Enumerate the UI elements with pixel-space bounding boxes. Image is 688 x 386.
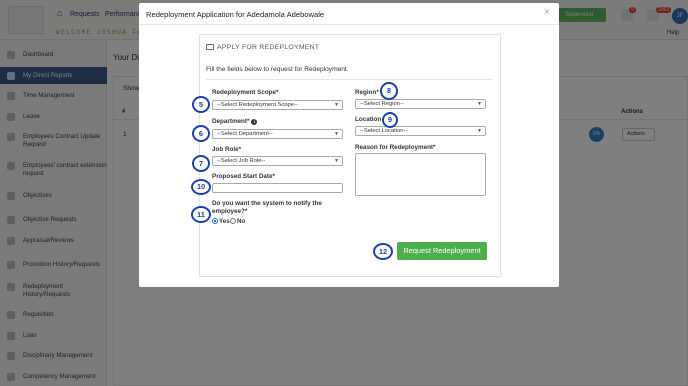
chevron-down-icon: ▼: [477, 128, 482, 134]
info-icon: i: [251, 119, 258, 125]
location-label: Location: [355, 116, 382, 123]
callout-9: 9: [382, 112, 398, 128]
request-redeployment-button[interactable]: Request Redeployment: [397, 242, 487, 260]
reason-textarea[interactable]: [355, 153, 486, 196]
start-date-input[interactable]: [212, 183, 343, 193]
start-date-label: Proposed Start Date*: [212, 173, 275, 180]
notify-label-line2: employee?*: [212, 208, 248, 215]
scope-label: Redeployment Scope*: [212, 89, 279, 96]
job-role-select[interactable]: --Select Job Role-- ▼: [212, 156, 343, 166]
callout-6: 6: [192, 125, 210, 142]
callout-8: 8: [380, 82, 398, 100]
modal-title: Redeployment Application for Adedamola A…: [146, 10, 325, 19]
callout-12: 12: [373, 243, 393, 260]
callout-5: 5: [192, 96, 210, 113]
modal-header: Redeployment Application for Adedamola A…: [139, 3, 559, 25]
divider: [206, 79, 492, 80]
location-select[interactable]: --Select Location-- ▼: [355, 126, 486, 136]
notify-label-line1: Do you want the system to notify the: [212, 200, 322, 207]
region-select[interactable]: --Select Region-- ▼: [355, 99, 486, 109]
close-icon[interactable]: ×: [544, 8, 550, 18]
radio-icon: [230, 218, 236, 224]
callout-11: 11: [191, 206, 211, 223]
region-label: Region*: [355, 89, 379, 96]
department-label: Department* i: [212, 118, 258, 125]
form-icon: [206, 44, 214, 50]
callout-7: 7: [192, 155, 210, 172]
chevron-down-icon: ▼: [334, 158, 339, 164]
redeployment-modal: Redeployment Application for Adedamola A…: [139, 3, 559, 287]
radio-selected-icon: [212, 218, 218, 224]
scope-select[interactable]: --Select Redeployment Scope-- ▼: [212, 100, 343, 110]
callout-10: 10: [191, 179, 211, 195]
reason-label: Reason for Redeployment*: [355, 144, 436, 151]
department-select[interactable]: --Select Department-- ▼: [212, 129, 343, 139]
chevron-down-icon: ▼: [334, 131, 339, 137]
section-title: APPLY FOR REDEPLOYMENT: [206, 44, 319, 51]
notify-yes-radio[interactable]: Yes: [212, 218, 230, 225]
notify-no-radio[interactable]: No: [230, 218, 245, 225]
job-role-label: Job Role*: [212, 146, 242, 153]
chevron-down-icon: ▼: [477, 101, 482, 107]
chevron-down-icon: ▼: [334, 102, 339, 108]
form-description: Fill the fields below to request for Red…: [206, 66, 349, 73]
